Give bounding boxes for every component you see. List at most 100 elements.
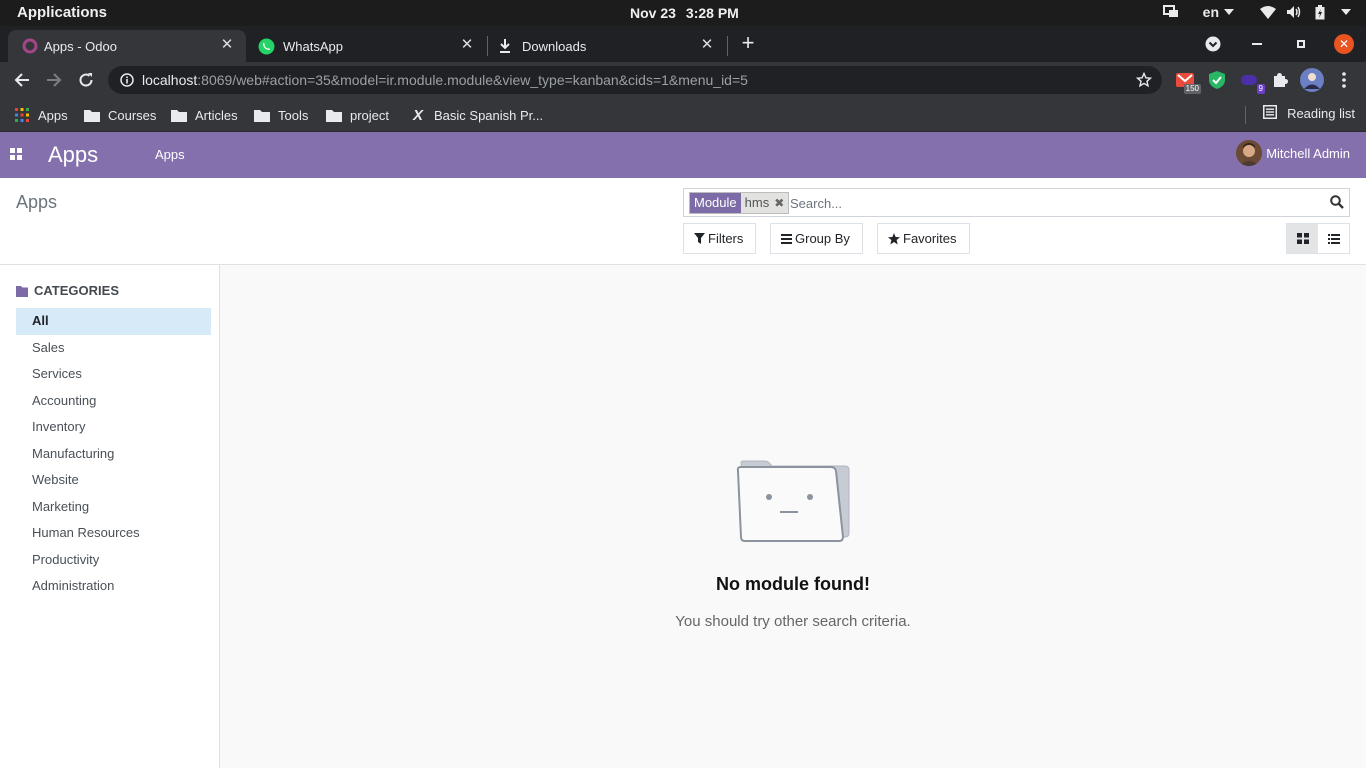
tab-title: Apps - Odoo <box>44 39 117 54</box>
search-input[interactable] <box>790 192 1310 214</box>
folder-icon <box>84 107 100 123</box>
os-clock[interactable]: Nov 23 3:28 PM <box>630 5 739 21</box>
bookmark-project[interactable]: project <box>326 105 389 125</box>
minimize-icon[interactable] <box>1246 33 1268 55</box>
list-icon <box>1327 233 1340 244</box>
bookmark-star-icon[interactable] <box>1135 71 1153 88</box>
facet-label: Module <box>690 193 741 213</box>
empty-state-title: No module found! <box>716 574 870 594</box>
category-item-human-resources[interactable]: Human Resources <box>16 520 211 547</box>
extension-count-badge: 9 <box>1256 84 1265 94</box>
search-facet-module[interactable]: Module hms ✖ <box>689 192 790 214</box>
bookmark-label: Courses <box>108 107 157 123</box>
gmail-extension-icon[interactable]: 150 <box>1175 70 1201 94</box>
reload-icon[interactable] <box>76 70 96 90</box>
category-item-productivity[interactable]: Productivity <box>16 547 211 574</box>
tab-separator <box>727 36 728 56</box>
bookmark-courses[interactable]: Courses <box>84 105 156 125</box>
wifi-icon[interactable] <box>1260 4 1276 20</box>
close-tab-icon[interactable]: ✕ <box>458 36 476 54</box>
volume-icon[interactable] <box>1286 4 1302 20</box>
browser-tab-strip: Apps - Odoo ✕ WhatsApp ✕ Downloads ✕ <box>0 26 1366 62</box>
category-item-administration[interactable]: Administration <box>16 573 211 600</box>
address-bar[interactable]: localhost:8069/web#action=35&model=ir.mo… <box>108 66 1162 94</box>
star-icon <box>888 232 900 245</box>
user-name: Mitchell Admin <box>1266 145 1350 161</box>
kanban-grid-icon <box>1296 233 1309 244</box>
tab-search-icon[interactable] <box>1202 33 1224 55</box>
category-item-marketing[interactable]: Marketing <box>16 494 211 521</box>
odoo-app-brand[interactable]: Apps <box>48 142 98 168</box>
tab-apps-odoo[interactable]: Apps - Odoo ✕ <box>8 30 246 62</box>
os-applications-menu[interactable]: Applications <box>17 4 107 21</box>
search-icon[interactable] <box>1330 195 1344 209</box>
category-item-sales[interactable]: Sales <box>16 335 211 362</box>
category-item-inventory[interactable]: Inventory <box>16 414 211 441</box>
menu-item-apps[interactable]: Apps <box>155 147 185 162</box>
close-window-icon[interactable]: ✕ <box>1334 34 1354 54</box>
category-item-website[interactable]: Website <box>16 467 211 494</box>
category-list: All Sales Services Accounting Inventory … <box>16 308 211 600</box>
category-item-accounting[interactable]: Accounting <box>16 388 211 415</box>
facet-value: hms ✖ <box>740 193 789 213</box>
tab-title: Downloads <box>522 39 587 54</box>
maximize-icon[interactable] <box>1290 33 1312 55</box>
category-item-services[interactable]: Services <box>16 361 211 388</box>
search-bar: Module hms ✖ <box>683 188 1350 217</box>
site-info-icon[interactable] <box>120 73 134 87</box>
battery-icon[interactable] <box>1312 4 1328 20</box>
filter-icon <box>694 233 705 244</box>
odoo-navbar: Apps Apps Mitchell Admin <box>0 132 1366 178</box>
tab-whatsapp[interactable]: WhatsApp ✕ <box>248 30 486 62</box>
categories-title: CATEGORIES <box>34 283 119 298</box>
screen-share-icon[interactable] <box>1162 4 1179 20</box>
language-indicator[interactable]: en <box>1203 4 1234 20</box>
category-item-all[interactable]: All <box>16 308 211 335</box>
profile-avatar-icon[interactable] <box>1300 68 1324 92</box>
mail-count-badge: 150 <box>1183 84 1201 94</box>
forward-icon[interactable] <box>44 70 64 90</box>
back-icon[interactable] <box>12 70 32 90</box>
user-menu[interactable]: Mitchell Admin <box>1236 140 1350 166</box>
browser-toolbar: localhost:8069/web#action=35&model=ir.mo… <box>0 62 1366 98</box>
apps-grid-icon <box>14 107 30 123</box>
bookmark-apps[interactable]: Apps <box>14 105 68 125</box>
categories-header: CATEGORIES <box>16 283 119 298</box>
breadcrumb: Apps <box>16 192 58 212</box>
system-menu-chevron-icon[interactable] <box>1338 4 1354 20</box>
bookmark-articles[interactable]: Articles <box>171 105 238 125</box>
tab-downloads[interactable]: Downloads ✕ <box>488 30 726 62</box>
favorites-label: Favorites <box>903 231 957 246</box>
avatar <box>1236 140 1263 166</box>
app-switcher-icon[interactable] <box>10 148 22 160</box>
bookmark-label: Tools <box>278 107 309 123</box>
bookmark-basic-spanish[interactable]: X Basic Spanish Pr... <box>410 105 543 125</box>
purple-extension-icon[interactable]: 9 <box>1239 70 1265 94</box>
remove-facet-icon[interactable]: ✖ <box>774 193 784 213</box>
bookmark-label: Articles <box>195 107 238 123</box>
url-host: localhost <box>142 72 198 88</box>
extensions-puzzle-icon[interactable] <box>1270 70 1290 90</box>
bookmarks-divider <box>1245 106 1246 124</box>
shield-extension-icon[interactable] <box>1207 70 1227 90</box>
filters-button[interactable]: Filters <box>683 223 756 254</box>
browser-menu-icon[interactable] <box>1334 70 1354 90</box>
search-side-panel: CATEGORIES All Sales Services Accounting… <box>0 265 220 768</box>
kanban-view-button[interactable] <box>1287 224 1318 253</box>
list-view-button[interactable] <box>1318 224 1349 253</box>
os-tray: en <box>1162 4 1354 20</box>
facet-value-text: hms <box>744 195 770 210</box>
group-by-button[interactable]: Group By <box>770 223 863 254</box>
window-controls: ✕ <box>1202 33 1354 55</box>
bookmarks-bar: Apps Courses Articles Tools project X Ba… <box>0 98 1366 132</box>
control-panel: Apps Module hms ✖ Filters Group By Favor… <box>0 178 1366 265</box>
favorites-button[interactable]: Favorites <box>877 223 970 254</box>
tab-title: WhatsApp <box>283 39 343 54</box>
new-tab-button[interactable]: + <box>737 32 759 55</box>
os-time: 3:28 PM <box>685 5 739 21</box>
category-item-manufacturing[interactable]: Manufacturing <box>16 441 211 468</box>
close-tab-icon[interactable]: ✕ <box>218 36 236 54</box>
reading-list-button[interactable]: Reading list <box>1263 105 1355 121</box>
close-tab-icon[interactable]: ✕ <box>698 36 716 54</box>
bookmark-tools[interactable]: Tools <box>254 105 308 125</box>
